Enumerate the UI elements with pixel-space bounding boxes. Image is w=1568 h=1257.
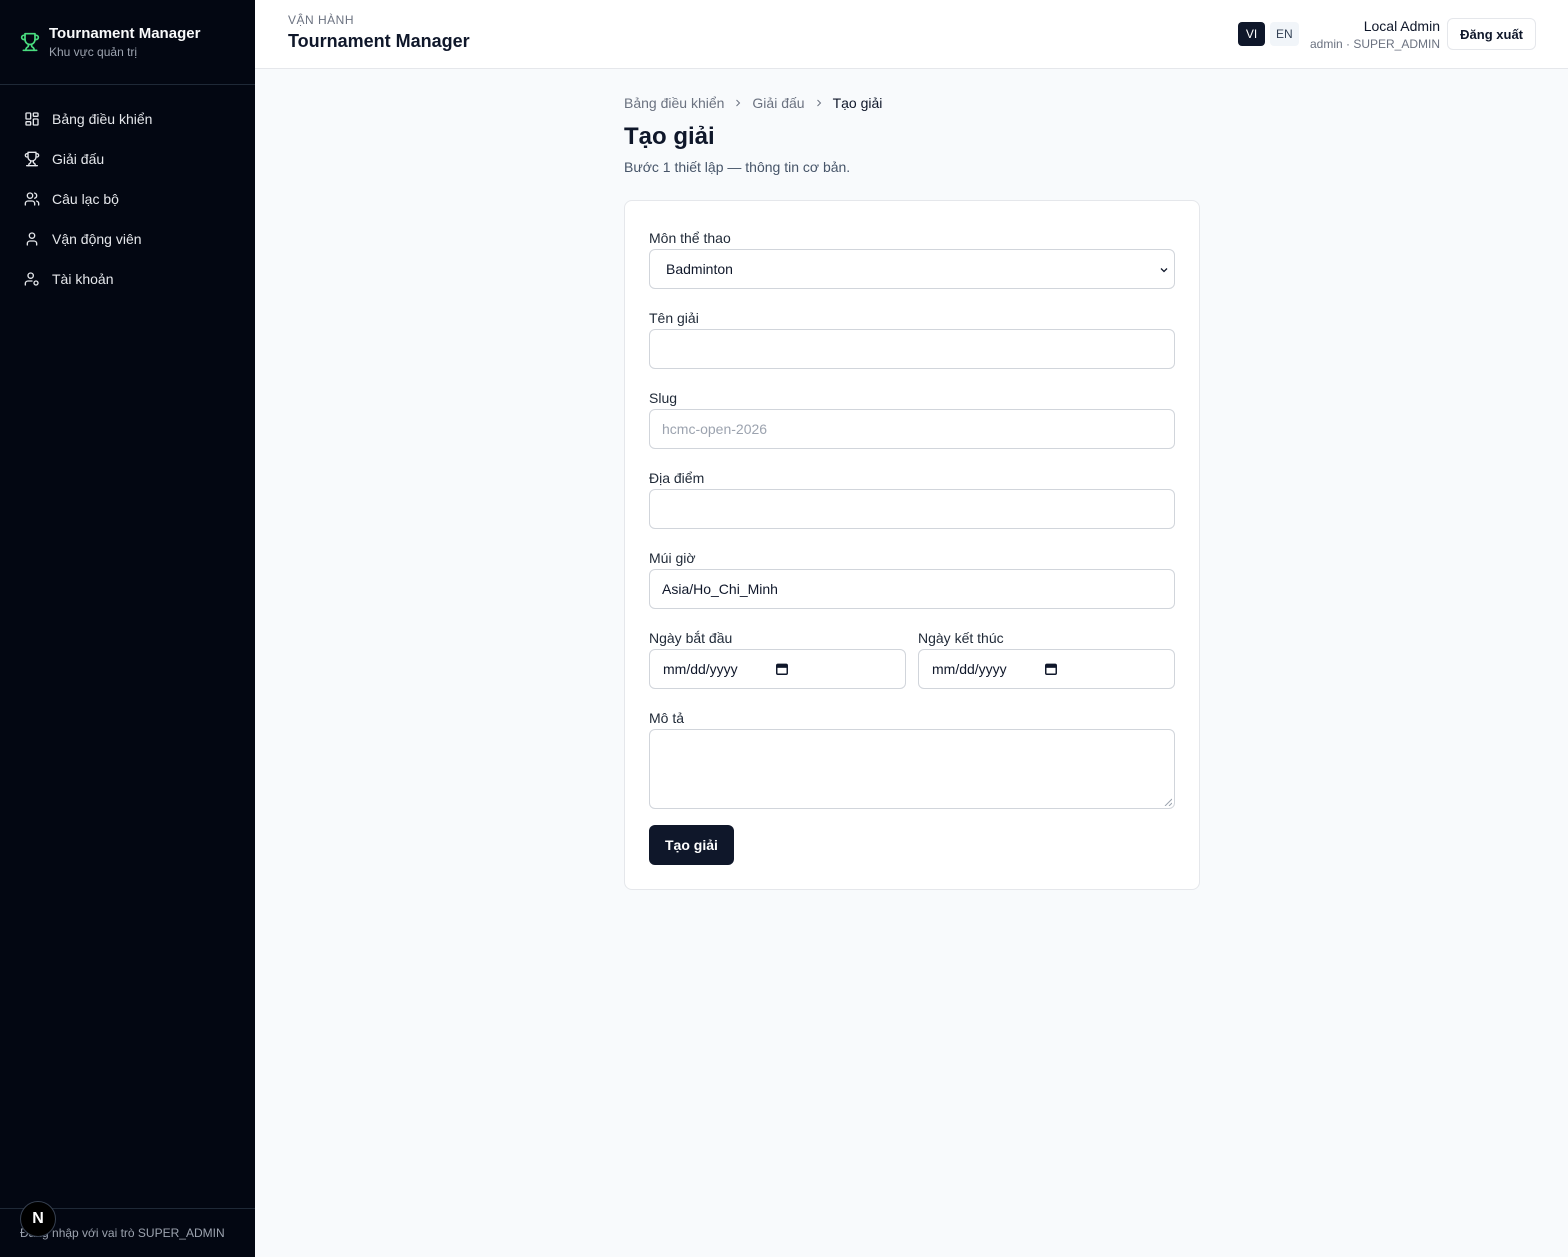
trophy-icon — [20, 32, 40, 52]
brand-subtitle: Khu vực quản trị — [49, 45, 138, 59]
end-date-placeholder: mm/dd/yyyy — [932, 661, 1007, 677]
end-date-field: Ngày kết thúc mm/dd/yyyy — [918, 629, 1175, 689]
breadcrumb: Bảng điều khiển Giải đấu Tạo giải — [624, 92, 1200, 114]
chevron-down-icon — [1158, 264, 1170, 276]
sidebar-item-label: Vận động viên — [52, 231, 142, 247]
name-input[interactable] — [649, 329, 1175, 369]
users-icon — [24, 191, 40, 207]
brand[interactable]: Tournament Manager Khu vực quản trị — [0, 0, 255, 85]
start-date-label: Ngày bắt đầu — [649, 630, 733, 646]
slug-input[interactable]: hcmc-open-2026 — [649, 409, 1175, 449]
sidebar-item-tournaments[interactable]: Giải đấu — [0, 139, 255, 179]
slug-field: Slug hcmc-open-2026 — [649, 389, 1175, 449]
header-overline: VẬN HÀNH — [288, 13, 355, 27]
breadcrumb-tournaments[interactable]: Giải đấu — [752, 95, 804, 111]
language-switcher: VI EN — [1238, 22, 1304, 46]
sidebar-item-label: Câu lạc bộ — [52, 191, 119, 207]
sport-label: Môn thể thao — [649, 230, 731, 246]
date-row: Ngày bắt đầu mm/dd/yyyy Ngày kết thúc mm… — [649, 629, 1175, 689]
slug-label: Slug — [649, 390, 678, 406]
sidebar-item-clubs[interactable]: Câu lạc bộ — [0, 179, 255, 219]
start-date-input[interactable]: mm/dd/yyyy — [649, 649, 906, 689]
timezone-field: Múi giờ Asia/Ho_Chi_Minh — [649, 549, 1175, 609]
dev-tools-badge[interactable]: N — [20, 1201, 56, 1237]
end-date-label: Ngày kết thúc — [918, 630, 1004, 646]
sidebar-item-label: Giải đấu — [52, 151, 105, 167]
start-date-field: Ngày bắt đầu mm/dd/yyyy — [649, 629, 906, 689]
user-role: admin · SUPER_ADMIN — [1309, 37, 1440, 51]
sidebar-item-dashboard[interactable]: Bảng điều khiển — [0, 99, 255, 139]
location-field: Địa điểm — [649, 469, 1175, 529]
dashboard-icon — [24, 111, 40, 127]
user-icon — [24, 231, 40, 247]
sidebar-item-accounts[interactable]: Tài khoản — [0, 259, 255, 299]
lang-vi-button[interactable]: VI — [1238, 22, 1265, 46]
start-date-placeholder: mm/dd/yyyy — [663, 661, 738, 677]
main-content: Bảng điều khiển Giải đấu Tạo giải Tạo gi… — [624, 92, 1200, 890]
sidebar-item-label: Bảng điều khiển — [52, 111, 153, 127]
lang-en-button[interactable]: EN — [1270, 22, 1299, 46]
brand-title: Tournament Manager — [49, 25, 201, 42]
sidebar-item-athletes[interactable]: Vận động viên — [0, 219, 255, 259]
page-title: Tạo giải — [624, 123, 715, 150]
create-tournament-form: Môn thể thao Badminton Tên giải Slug hcm… — [624, 200, 1200, 890]
description-field: Mô tả — [649, 709, 1175, 809]
description-label: Mô tả — [649, 710, 685, 726]
sport-select[interactable]: Badminton — [649, 249, 1175, 289]
calendar-icon[interactable] — [1044, 662, 1058, 676]
chevron-right-icon — [813, 97, 825, 109]
timezone-value: Asia/Ho_Chi_Minh — [662, 581, 778, 597]
location-input[interactable] — [649, 489, 1175, 529]
user-cog-icon — [24, 271, 40, 287]
sidebar: Tournament Manager Khu vực quản trị Bảng… — [0, 0, 255, 1257]
chevron-right-icon — [732, 97, 744, 109]
create-tournament-button[interactable]: Tạo giải — [649, 825, 734, 865]
sidebar-nav: Bảng điều khiển Giải đấu Câu lạc bộ Vận … — [0, 85, 255, 299]
slug-placeholder: hcmc-open-2026 — [662, 421, 768, 437]
calendar-icon[interactable] — [775, 662, 789, 676]
user-info: Local Admin admin · SUPER_ADMIN — [1310, 18, 1440, 51]
location-label: Địa điểm — [649, 470, 705, 486]
description-textarea[interactable] — [649, 729, 1175, 809]
end-date-input[interactable]: mm/dd/yyyy — [918, 649, 1175, 689]
user-name: Local Admin — [1363, 18, 1440, 34]
breadcrumb-dashboard[interactable]: Bảng điều khiển — [624, 95, 724, 111]
name-label: Tên giải — [649, 310, 699, 326]
sport-field: Môn thể thao Badminton — [649, 229, 1175, 289]
header-title: Tournament Manager — [288, 31, 470, 51]
logout-button[interactable]: Đăng xuất — [1447, 18, 1536, 50]
name-field: Tên giải — [649, 309, 1175, 369]
timezone-input[interactable]: Asia/Ho_Chi_Minh — [649, 569, 1175, 609]
trophy-icon — [24, 151, 40, 167]
sport-value: Badminton — [666, 261, 733, 277]
timezone-label: Múi giờ — [649, 550, 696, 566]
breadcrumb-current: Tạo giải — [832, 95, 883, 111]
page-subtitle: Bước 1 thiết lập — thông tin cơ bản. — [624, 159, 851, 175]
top-header: VẬN HÀNH Tournament Manager VI EN Local … — [255, 0, 1568, 69]
sidebar-item-label: Tài khoản — [52, 271, 114, 287]
resize-handle-icon[interactable] — [1164, 798, 1172, 806]
